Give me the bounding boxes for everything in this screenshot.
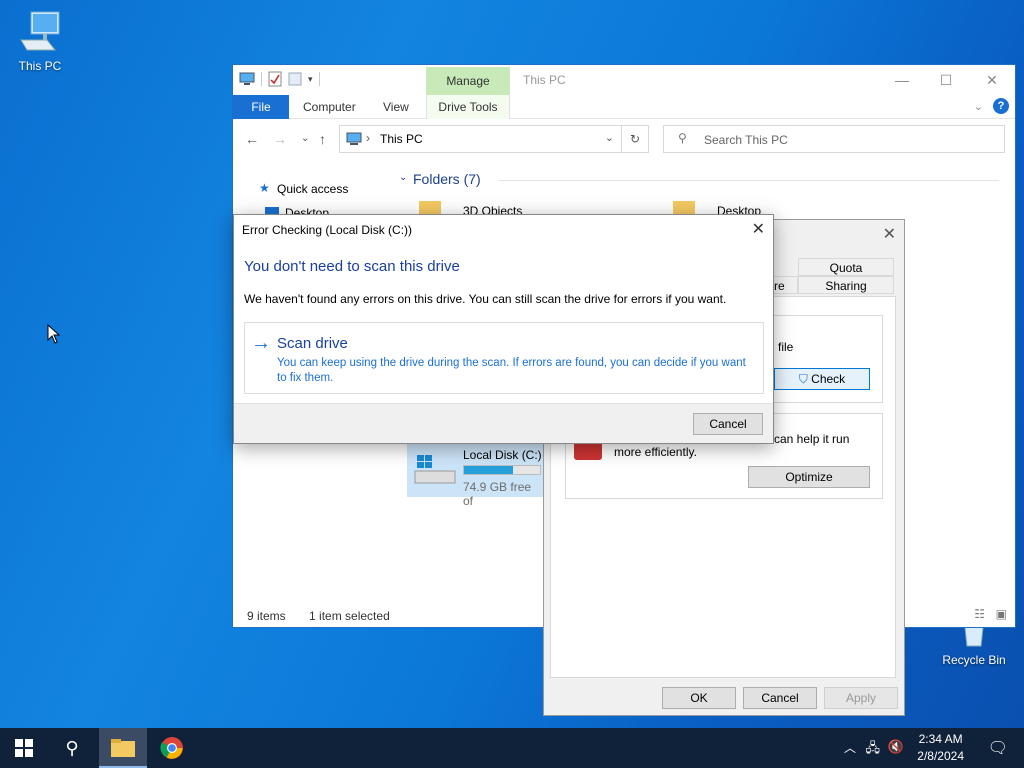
cancel-button[interactable]: Cancel xyxy=(693,413,763,435)
qat-dropdown-icon[interactable]: ▾ xyxy=(308,74,313,85)
tab-drive-tools[interactable]: Drive Tools xyxy=(426,95,510,119)
clock-date: 2/8/2024 xyxy=(917,749,964,763)
drive-free-space: 74.9 GB free of xyxy=(463,480,532,508)
recent-locations-icon[interactable]: ⌄ xyxy=(301,133,309,144)
tab-computer[interactable]: Computer xyxy=(303,95,356,119)
clock[interactable]: 2:34 AM 2/8/2024 xyxy=(917,731,964,765)
show-hidden-icons-icon[interactable]: ︿ xyxy=(844,739,856,756)
new-folder-icon[interactable] xyxy=(288,71,302,87)
folder-icon xyxy=(419,201,441,215)
chevron-down-icon[interactable]: ⌄ xyxy=(399,172,407,183)
divider xyxy=(499,180,999,181)
chrome-icon xyxy=(160,737,183,759)
file-explorer-taskbar-button[interactable] xyxy=(99,728,147,768)
drive-item-c[interactable]: Local Disk (C:) 74.9 GB free of xyxy=(407,443,543,508)
minimize-button[interactable]: — xyxy=(887,69,917,91)
back-arrow-icon[interactable]: ← xyxy=(245,131,259,147)
ok-button[interactable]: OK xyxy=(662,687,736,709)
breadcrumb-separator-icon[interactable]: › xyxy=(366,131,370,145)
search-icon: ⚲ xyxy=(678,131,687,145)
error-checking-dialog: Error Checking (Local Disk (C:)) ✕ You d… xyxy=(233,214,774,444)
scan-drive-title: Scan drive xyxy=(277,335,348,352)
forward-arrow-icon[interactable]: → xyxy=(273,131,287,147)
selection-count: 1 item selected xyxy=(309,609,390,623)
tab-view[interactable]: View xyxy=(383,95,409,119)
this-pc-small-icon xyxy=(346,132,362,145)
apply-button[interactable]: Apply xyxy=(824,687,898,709)
scan-drive-description: You can keep using the drive during the … xyxy=(277,357,746,384)
desktop-icon-label: Recycle Bin xyxy=(942,653,1006,667)
details-view-icon[interactable]: ☷ xyxy=(974,607,985,621)
quick-access-toolbar: ▾ xyxy=(239,71,320,87)
network-icon[interactable]: 🖧 xyxy=(866,739,881,761)
dialog-heading: You don't need to scan this drive xyxy=(244,258,460,275)
properties-check-icon[interactable] xyxy=(268,71,282,87)
expand-ribbon-icon[interactable]: ⌄ xyxy=(974,100,983,113)
window-title: This PC xyxy=(523,73,566,87)
address-dropdown-icon[interactable]: ⌄ xyxy=(605,131,614,144)
clock-time: 2:34 AM xyxy=(918,732,963,746)
optimize-button[interactable]: Optimize xyxy=(748,466,870,488)
help-icon[interactable]: ? xyxy=(993,98,1009,114)
up-arrow-icon[interactable]: ↑ xyxy=(319,131,326,147)
taskbar: ⚲ ︿ 🖧 🔇 2:34 AM 2/8/2024 🗨 xyxy=(0,728,1024,768)
dialog-message: We haven't found any errors on this driv… xyxy=(244,292,727,306)
this-pc-icon xyxy=(20,11,60,51)
start-button[interactable] xyxy=(0,728,48,768)
optimize-text-2: more efficiently. xyxy=(614,445,697,459)
error-checking-text: file xyxy=(778,340,794,354)
drive-name: Local Disk (C:) xyxy=(463,448,542,462)
maximize-button[interactable]: ☐ xyxy=(931,69,961,91)
large-icons-view-icon[interactable]: ▣ xyxy=(996,607,1007,621)
dialog-title: Error Checking (Local Disk (C:)) xyxy=(242,223,413,237)
star-icon: ★ xyxy=(259,181,270,195)
folders-header[interactable]: Folders (7) xyxy=(413,171,481,187)
navigation-bar: ← → ⌄ ↑ › This PC ⌄ ↻ ⚲ Search This PC xyxy=(233,123,1015,157)
shield-icon: ⛉ xyxy=(798,372,808,386)
item-count: 9 items xyxy=(247,609,286,623)
check-button[interactable]: ⛉ Check xyxy=(774,368,870,390)
check-button-label: Check xyxy=(811,372,846,386)
search-button[interactable]: ⚲ xyxy=(48,728,96,768)
dialog-footer: Cancel xyxy=(234,403,773,443)
ribbon-controls: ⌄ ? xyxy=(974,98,1009,114)
title-bar: ▾ Manage This PC — ☐ ✕ xyxy=(233,65,1015,95)
nav-item-quick-access[interactable]: Quick access xyxy=(277,182,348,196)
status-bar: 9 items 1 item selected xyxy=(247,609,390,623)
breadcrumb[interactable]: This PC xyxy=(380,132,423,146)
cursor-icon xyxy=(47,324,61,344)
drive-usage-fill xyxy=(464,466,514,474)
close-button[interactable]: ✕ xyxy=(977,69,1007,91)
refresh-button[interactable]: ↻ xyxy=(621,125,649,153)
ribbon-tabs: File Computer View Drive Tools xyxy=(233,95,1015,119)
scan-drive-option[interactable]: → Scan drive You can keep using the driv… xyxy=(244,322,764,394)
chrome-taskbar-button[interactable] xyxy=(148,728,196,768)
computer-icon[interactable] xyxy=(239,72,255,86)
address-bar[interactable]: › This PC ⌄ xyxy=(339,125,649,153)
volume-muted-icon[interactable]: 🔇 xyxy=(888,739,904,755)
manage-tab-header: Manage xyxy=(426,67,510,95)
desktop-icon-label: This PC xyxy=(18,59,62,73)
tab-sharing[interactable]: Sharing xyxy=(798,276,894,294)
close-icon[interactable]: ✕ xyxy=(752,219,765,239)
windows-drive-icon xyxy=(414,455,456,484)
optimize-text: can help it run xyxy=(774,432,850,446)
notifications-icon[interactable]: 🗨 xyxy=(988,738,1008,758)
drive-usage-bar xyxy=(463,465,541,475)
cancel-button[interactable]: Cancel xyxy=(743,687,817,709)
tab-file[interactable]: File xyxy=(233,95,289,119)
desktop-icon-this-pc[interactable]: This PC xyxy=(4,10,76,73)
file-explorer-icon xyxy=(111,739,135,757)
search-input[interactable]: Search This PC xyxy=(704,133,788,147)
search-box[interactable]: ⚲ Search This PC xyxy=(663,125,1005,153)
refresh-icon: ↻ xyxy=(629,132,641,146)
windows-logo-icon xyxy=(15,739,33,757)
tab-quota[interactable]: Quota xyxy=(798,258,894,276)
arrow-right-icon: → xyxy=(251,332,271,354)
search-icon: ⚲ xyxy=(65,738,79,758)
close-icon[interactable]: ✕ xyxy=(883,224,896,244)
folder-icon xyxy=(673,201,695,215)
